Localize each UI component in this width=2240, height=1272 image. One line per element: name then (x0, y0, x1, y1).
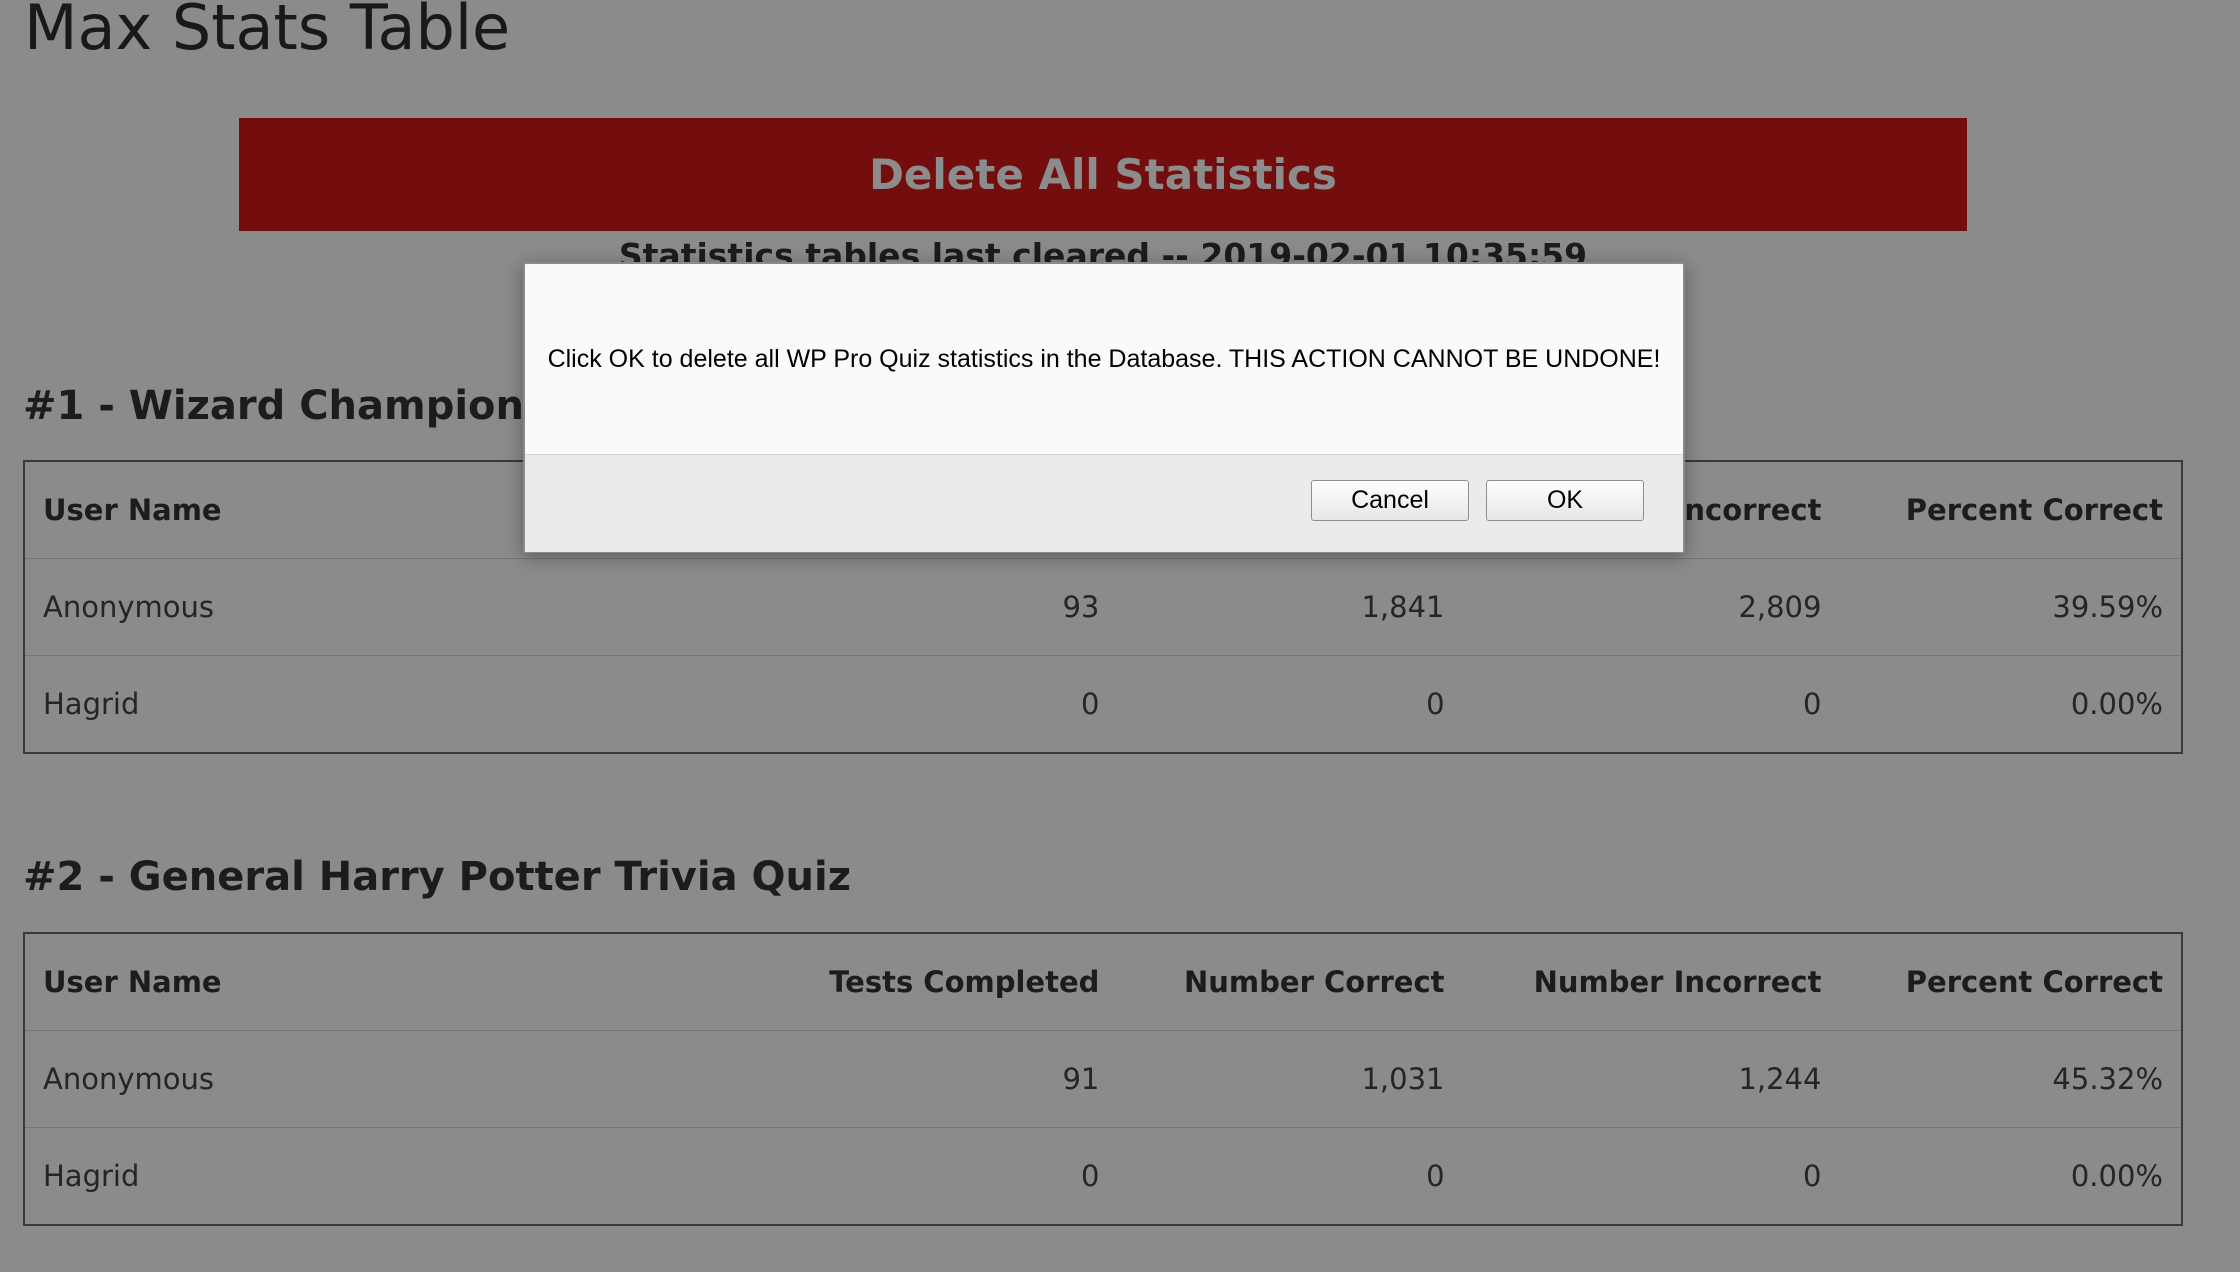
dialog-message: Click OK to delete all WP Pro Quiz stati… (547, 344, 1661, 373)
confirm-dialog: Click OK to delete all WP Pro Quiz stati… (523, 262, 1685, 553)
cancel-button[interactable]: Cancel (1311, 480, 1469, 521)
modal-overlay (0, 0, 2240, 1272)
dialog-footer: Cancel OK (525, 454, 1683, 552)
ok-button[interactable]: OK (1486, 480, 1644, 521)
